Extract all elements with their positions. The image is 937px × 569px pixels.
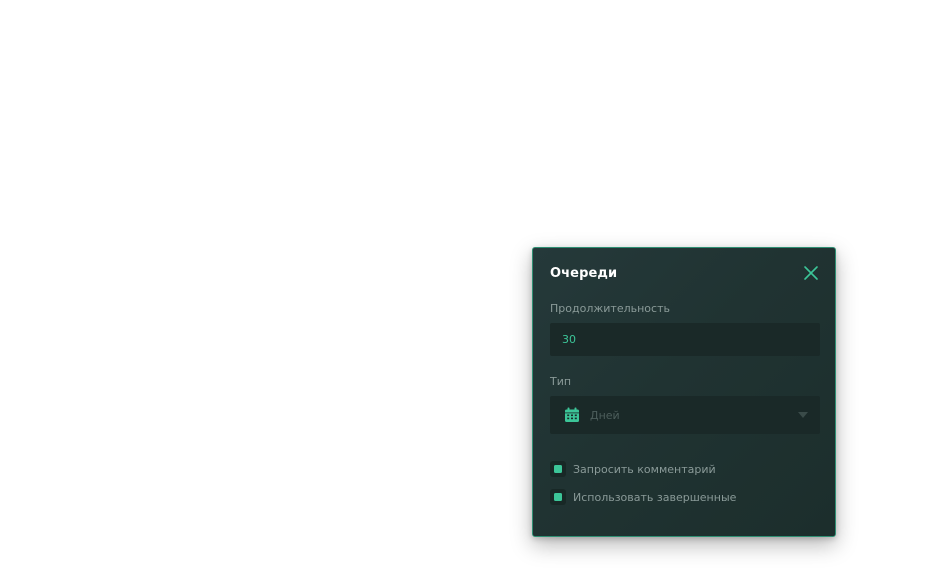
use-completed-checkbox[interactable]: Использовать завершенные: [550, 489, 736, 505]
checkbox-box[interactable]: [550, 489, 566, 505]
duration-label: Продолжительность: [550, 302, 670, 315]
type-label: Тип: [550, 375, 572, 388]
close-icon: [804, 266, 818, 280]
type-selected-value: Дней: [590, 408, 620, 422]
duration-value: 30: [562, 333, 576, 346]
duration-input[interactable]: 30: [550, 323, 820, 356]
queues-dialog: Очереди Продолжительность 30 Тип Дней За: [532, 247, 836, 537]
request-comment-checkbox[interactable]: Запросить комментарий: [550, 461, 716, 477]
calendar-icon: [565, 407, 579, 422]
chevron-down-icon: [798, 412, 808, 418]
request-comment-label: Запросить комментарий: [573, 462, 716, 476]
checkbox-box[interactable]: [550, 461, 566, 477]
close-button[interactable]: [803, 265, 819, 281]
use-completed-label: Использовать завершенные: [573, 490, 737, 504]
checkbox-check-mark: [554, 493, 562, 501]
type-select[interactable]: Дней: [550, 396, 820, 434]
checkbox-check-mark: [554, 465, 562, 473]
dialog-title: Очереди: [550, 266, 618, 281]
